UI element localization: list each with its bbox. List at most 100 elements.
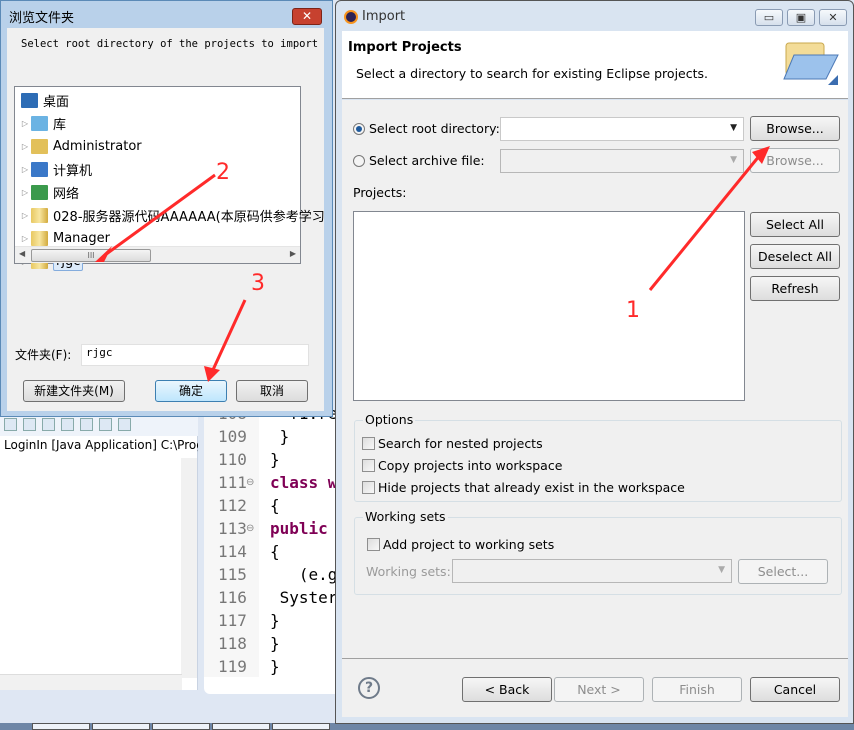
clear-console-icon[interactable] bbox=[4, 417, 17, 431]
tree-item-label: Administrator bbox=[53, 138, 142, 154]
folder-tree[interactable]: 桌面 ▷ 库 ▷ Administrator ▷ 计算机 ▷ 网络 ▷ 028-服务器源代码AAAA… bbox=[14, 86, 325, 271]
finish-button[interactable]: Finish bbox=[652, 677, 742, 702]
refresh-button[interactable]: Refresh bbox=[750, 276, 840, 301]
taskbar-item[interactable] bbox=[152, 723, 210, 730]
minimize-button[interactable]: ▭ bbox=[755, 9, 783, 26]
remove-launch-icon[interactable] bbox=[80, 417, 93, 431]
code-line: } bbox=[270, 657, 280, 676]
scroll-right-icon[interactable]: ▶ bbox=[290, 249, 296, 258]
code-line: Syster bbox=[270, 588, 338, 607]
word-wrap-icon[interactable] bbox=[42, 417, 55, 431]
taskbar bbox=[0, 723, 854, 730]
expand-icon[interactable]: ▷ bbox=[19, 211, 31, 220]
line-number: 111 bbox=[218, 473, 247, 492]
taskbar-item[interactable] bbox=[92, 723, 150, 730]
expand-icon[interactable]: ▷ bbox=[19, 234, 31, 243]
deselect-all-button[interactable]: Deselect All bbox=[750, 244, 840, 269]
archive-file-combo[interactable]: ▼ bbox=[500, 149, 744, 173]
hide-existing-projects-checkbox[interactable]: Hide projects that already exist in the … bbox=[362, 480, 685, 495]
folder-icon bbox=[31, 230, 48, 246]
browse-archive-button[interactable]: Browse... bbox=[750, 148, 840, 173]
tree-item[interactable]: ▷ 028-服务器源代码AAAAAA(本原码供参考学习 bbox=[19, 204, 325, 226]
checkbox-label: Copy projects into workspace bbox=[378, 458, 563, 473]
root-directory-combo[interactable]: ▼ bbox=[500, 117, 744, 141]
search-nested-projects-checkbox[interactable]: Search for nested projects bbox=[362, 436, 543, 451]
chevron-down-icon[interactable]: ▼ bbox=[730, 155, 737, 165]
radio-label: Select archive file: bbox=[369, 153, 485, 168]
back-button[interactable]: < Back bbox=[462, 677, 552, 702]
close-button[interactable]: ✕ bbox=[819, 9, 847, 26]
select-all-button[interactable]: Select All bbox=[750, 212, 840, 237]
browse-root-button[interactable]: Browse... bbox=[750, 116, 840, 141]
tree-item[interactable]: 桌面 bbox=[21, 89, 69, 111]
scrollbar-thumb[interactable]: III bbox=[31, 249, 151, 262]
select-root-directory-radio[interactable]: Select root directory: bbox=[353, 121, 500, 136]
select-archive-file-radio[interactable]: Select archive file: bbox=[353, 153, 485, 168]
tree-item[interactable]: ▷ Administrator bbox=[19, 135, 142, 157]
minimize-icon: ▭ bbox=[763, 11, 775, 24]
taskbar-item[interactable] bbox=[212, 723, 270, 730]
scroll-lock-icon[interactable] bbox=[23, 417, 36, 431]
maximize-button[interactable]: ▣ bbox=[787, 9, 815, 26]
code-editor[interactable]: 108 f1.re109 }110}111class w⊖112{113publ… bbox=[204, 404, 338, 694]
next-button[interactable]: Next > bbox=[554, 677, 644, 702]
tree-item[interactable]: ▷ 网络 bbox=[19, 181, 79, 203]
checkbox-label: Hide projects that already exist in the … bbox=[378, 480, 685, 495]
working-sets-combo[interactable]: ▼ bbox=[452, 559, 732, 583]
close-button[interactable]: ✕ bbox=[292, 8, 322, 25]
cancel-button[interactable]: 取消 bbox=[236, 380, 308, 402]
line-number: 117 bbox=[218, 611, 247, 630]
tree-item-label: 库 bbox=[53, 117, 67, 133]
display-console-icon[interactable] bbox=[118, 417, 131, 431]
chevron-down-icon[interactable]: ▼ bbox=[730, 123, 737, 133]
checkbox-icon bbox=[362, 481, 375, 494]
expand-icon[interactable]: ▷ bbox=[19, 165, 31, 174]
new-folder-button[interactable]: 新建文件夹(M) bbox=[23, 380, 125, 402]
fold-icon[interactable]: ⊖ bbox=[246, 477, 254, 488]
tree-item[interactable]: ▷ 计算机 bbox=[19, 158, 92, 180]
folder-input[interactable]: rjgc bbox=[81, 344, 309, 366]
tree-item-label: 计算机 bbox=[53, 163, 93, 179]
working-sets-group-label: Working sets bbox=[363, 509, 448, 524]
select-working-sets-button[interactable]: Select... bbox=[738, 559, 828, 584]
tree-item-label: 028-服务器源代码AAAAAA(本原码供参考学习 bbox=[53, 209, 325, 225]
expand-icon[interactable]: ▷ bbox=[19, 119, 31, 128]
radio-label: Select root directory: bbox=[369, 121, 500, 136]
wizard-subtitle: Select a directory to search for existin… bbox=[356, 66, 708, 81]
tree-item[interactable]: ▷ 库 bbox=[19, 112, 66, 134]
eclipse-logo-icon bbox=[344, 9, 358, 24]
projects-list[interactable] bbox=[353, 211, 745, 401]
taskbar-item[interactable] bbox=[32, 723, 90, 730]
dialog-titlebar: Import bbox=[344, 9, 405, 24]
show-console-icon[interactable] bbox=[61, 417, 74, 431]
cancel-button[interactable]: Cancel bbox=[750, 677, 840, 702]
copy-projects-checkbox[interactable]: Copy projects into workspace bbox=[362, 458, 562, 473]
close-icon: ✕ bbox=[301, 9, 313, 23]
browse-folder-dialog: 浏览文件夹 ✕ Select root directory of the pro… bbox=[0, 0, 333, 417]
dialog-body: Select root directory of the projects to… bbox=[7, 28, 325, 411]
taskbar-item[interactable] bbox=[272, 723, 330, 730]
code-line: } bbox=[270, 427, 290, 446]
close-icon: ✕ bbox=[828, 11, 838, 24]
dialog-title: Import bbox=[362, 9, 406, 24]
ok-button[interactable]: 确定 bbox=[155, 380, 227, 402]
help-button[interactable]: ? bbox=[358, 677, 380, 699]
expand-icon[interactable]: ▷ bbox=[19, 188, 31, 197]
tree-item-label: 桌面 bbox=[43, 94, 70, 110]
console-vertical-scrollbar[interactable] bbox=[181, 458, 197, 678]
code-line: class w bbox=[270, 473, 338, 492]
fold-icon[interactable]: ⊖ bbox=[246, 523, 254, 534]
console-view: LoginIn [Java Application] C:\Prog bbox=[0, 412, 198, 690]
annotation-label-3: 3 bbox=[251, 271, 265, 296]
pin-console-icon[interactable] bbox=[99, 417, 112, 431]
expand-icon[interactable]: ▷ bbox=[19, 142, 31, 151]
tree-horizontal-scrollbar[interactable]: ◀ III ▶ bbox=[15, 246, 300, 263]
line-number: 109 bbox=[218, 427, 247, 446]
console-horizontal-scrollbar[interactable] bbox=[0, 674, 182, 690]
checkbox-label: Add project to working sets bbox=[383, 537, 555, 552]
scroll-left-icon[interactable]: ◀ bbox=[19, 249, 25, 258]
annotation-label-2: 2 bbox=[216, 160, 230, 185]
code-line: } bbox=[270, 634, 280, 653]
chevron-down-icon[interactable]: ▼ bbox=[718, 565, 725, 575]
add-to-working-sets-checkbox[interactable]: Add project to working sets bbox=[367, 537, 554, 552]
